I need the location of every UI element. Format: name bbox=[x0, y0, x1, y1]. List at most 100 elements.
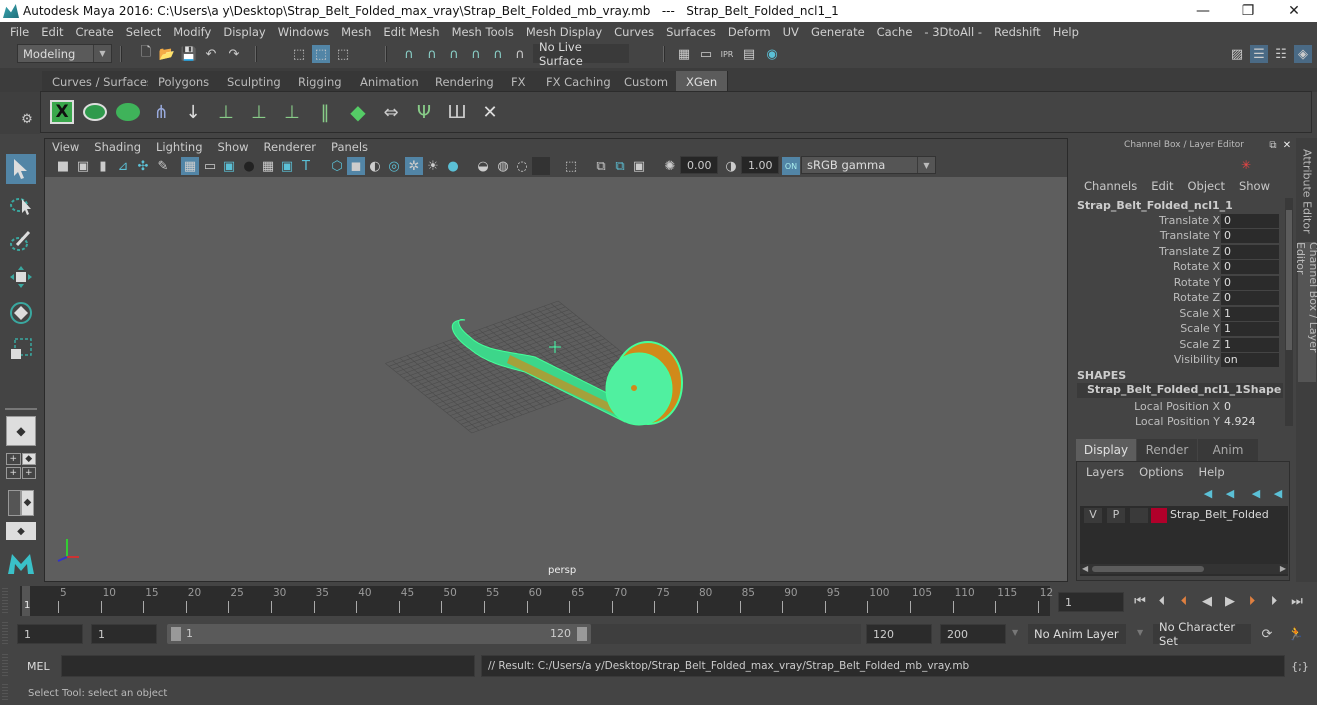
shelf-tab-sculpting[interactable]: Sculpting bbox=[217, 71, 292, 92]
menu-edit-mesh[interactable]: Edit Mesh bbox=[377, 25, 445, 39]
drag-grip[interactable] bbox=[2, 622, 8, 646]
menu-3dtoall[interactable]: - 3DtoAll - bbox=[918, 25, 988, 39]
safe-title-icon[interactable]: T bbox=[297, 157, 315, 175]
menu-mesh[interactable]: Mesh bbox=[335, 25, 377, 39]
four-view-layout-icon[interactable]: + ◆ + + bbox=[6, 452, 36, 480]
default-material-icon[interactable]: ◐ bbox=[366, 157, 384, 175]
menu-generate[interactable]: Generate bbox=[805, 25, 871, 39]
attribute-editor-toggle-icon[interactable]: ☰ bbox=[1250, 45, 1268, 63]
anim-layer-dropdown[interactable]: No Anim Layer bbox=[1028, 624, 1126, 644]
minimize-button[interactable]: — bbox=[1180, 0, 1226, 22]
create-patches-icon[interactable]: ◆ bbox=[344, 98, 372, 126]
command-input[interactable] bbox=[61, 655, 475, 677]
range-end-handle[interactable] bbox=[577, 627, 587, 641]
place-guides-icon[interactable]: ↓ bbox=[179, 98, 207, 126]
menu-modify[interactable]: Modify bbox=[167, 25, 217, 39]
xray-icon[interactable]: ⧉ bbox=[592, 157, 610, 175]
viewport-menu-renderer[interactable]: Renderer bbox=[264, 140, 317, 154]
make-live-icon[interactable]: ∩ bbox=[489, 45, 507, 63]
isolate-select-icon[interactable]: ⬚ bbox=[562, 157, 580, 175]
xray-joints-icon[interactable]: ⧉ bbox=[611, 157, 629, 175]
channel-row[interactable]: Visibility on bbox=[1073, 353, 1283, 368]
menu-mesh-tools[interactable]: Mesh Tools bbox=[446, 25, 520, 39]
save-scene-icon[interactable]: 💾 bbox=[180, 45, 198, 63]
step-back-key-button[interactable]: ⏴ bbox=[1174, 591, 1194, 611]
lock-guide-icon[interactable]: ⊥ bbox=[278, 98, 306, 126]
menu-set-dropdown[interactable]: Modeling ▼ bbox=[17, 44, 112, 63]
grid-icon[interactable]: ▦ bbox=[181, 157, 199, 175]
two-pane-layout-icon[interactable]: ◆ bbox=[6, 488, 36, 518]
xgen-editor-icon[interactable]: X bbox=[48, 98, 76, 126]
sculpt-guide-icon[interactable]: ⊥ bbox=[245, 98, 273, 126]
new-scene-icon[interactable]: 🗋 bbox=[137, 45, 155, 63]
render-current-frame-icon[interactable]: ▭ bbox=[697, 45, 715, 63]
shelf-tab-fx[interactable]: FX bbox=[501, 71, 537, 92]
chevron-down-icon[interactable]: ▼ bbox=[1012, 628, 1018, 637]
menu-redshift[interactable]: Redshift bbox=[988, 25, 1047, 39]
layer-tab-display[interactable]: Display bbox=[1076, 439, 1136, 461]
menu-create[interactable]: Create bbox=[70, 25, 120, 39]
field-chart-icon[interactable]: ▦ bbox=[259, 157, 277, 175]
shelf-tab-fx-caching[interactable]: FX Caching bbox=[536, 71, 622, 92]
ipr-render-icon[interactable]: IPR bbox=[718, 45, 736, 63]
modeling-toolkit-icon[interactable]: ▨ bbox=[1228, 45, 1246, 63]
xray-components-icon[interactable]: ▣ bbox=[630, 157, 648, 175]
range-slider[interactable]: 1 120 bbox=[167, 624, 591, 644]
drag-grip[interactable] bbox=[2, 588, 8, 614]
close-panel-icon[interactable]: ✕ bbox=[1281, 139, 1293, 151]
resolution-gate-icon[interactable]: ▣ bbox=[220, 157, 238, 175]
viewport-menu-panels[interactable]: Panels bbox=[331, 140, 368, 154]
screen-space-ao-icon[interactable]: ◒ bbox=[474, 157, 492, 175]
bookmarks-icon[interactable]: ▮ bbox=[94, 157, 112, 175]
playback-end-field[interactable]: 120 bbox=[866, 624, 932, 644]
new-layer-selected-icon[interactable]: ◀ bbox=[1269, 484, 1287, 502]
close-button[interactable]: ✕ bbox=[1271, 0, 1317, 22]
select-camera-icon[interactable]: ■ bbox=[54, 157, 72, 175]
menu-select[interactable]: Select bbox=[120, 25, 167, 39]
snap-to-surface-icon[interactable]: ∩ bbox=[511, 45, 529, 63]
options-menu[interactable]: Options bbox=[1139, 465, 1183, 479]
safe-action-icon[interactable]: ▣ bbox=[278, 157, 296, 175]
textured-icon[interactable]: ✲ bbox=[405, 157, 423, 175]
anti-aliasing-icon[interactable]: ◌ bbox=[513, 157, 531, 175]
menu-windows[interactable]: Windows bbox=[272, 25, 335, 39]
tool-settings-toggle-icon[interactable]: ☷ bbox=[1272, 45, 1290, 63]
image-plane-icon[interactable]: ⊿ bbox=[114, 157, 132, 175]
guides-to-curves-icon[interactable]: ‖ bbox=[311, 98, 339, 126]
current-frame-field[interactable]: 1 bbox=[1058, 592, 1124, 612]
layer-horizontal-scrollbar[interactable]: ◀ ▶ bbox=[1080, 564, 1288, 574]
render-settings-icon[interactable]: ▤ bbox=[740, 45, 758, 63]
scrollbar-thumb[interactable] bbox=[1092, 566, 1204, 572]
auto-key-icon[interactable]: ⟳ bbox=[1258, 625, 1276, 643]
layers-menu[interactable]: Layers bbox=[1086, 465, 1124, 479]
add-primitives-icon[interactable]: ⋔ bbox=[147, 98, 175, 126]
perspective-viewport[interactable]: persp bbox=[45, 177, 1067, 581]
menu-edit[interactable]: Edit bbox=[35, 25, 69, 39]
new-empty-layer-icon[interactable]: ◀ bbox=[1247, 484, 1265, 502]
channel-row[interactable]: Translate X0 bbox=[1073, 214, 1283, 229]
play-forwards-button[interactable]: ▶ bbox=[1220, 591, 1240, 611]
wireframe-icon[interactable]: ⬡ bbox=[328, 157, 346, 175]
shelf-tab-rendering[interactable]: Rendering bbox=[425, 71, 505, 92]
gamma-icon[interactable]: ◑ bbox=[722, 157, 740, 175]
snap-to-curve-icon[interactable]: ∩ bbox=[423, 45, 441, 63]
script-language-toggle[interactable]: MEL bbox=[27, 660, 50, 673]
channel-row[interactable]: Rotate Z0 bbox=[1073, 291, 1283, 306]
channel-row[interactable]: Translate Y0 bbox=[1073, 229, 1283, 244]
wireframe-on-shaded-icon[interactable]: ◎ bbox=[385, 157, 403, 175]
animation-end-field[interactable]: 200 bbox=[940, 624, 1006, 644]
playback-start-field[interactable]: 1 bbox=[91, 624, 157, 644]
maximize-button[interactable]: ❐ bbox=[1225, 0, 1271, 22]
scroll-left-icon[interactable]: ◀ bbox=[1082, 564, 1088, 573]
undo-icon[interactable]: ↶ bbox=[202, 45, 220, 63]
delete-guides-icon[interactable]: ✕ bbox=[476, 98, 504, 126]
exposure-icon[interactable]: ✺ bbox=[661, 157, 679, 175]
object-menu[interactable]: Object bbox=[1188, 179, 1225, 193]
channel-box-toggle-icon[interactable]: ◈ bbox=[1294, 45, 1312, 63]
exposure-field[interactable]: 0.00 bbox=[680, 156, 718, 174]
move-layer-up-icon[interactable]: ◀ bbox=[1199, 484, 1217, 502]
layer-tab-anim[interactable]: Anim bbox=[1198, 439, 1258, 461]
step-forward-key-button[interactable]: ⏵ bbox=[1242, 591, 1262, 611]
channel-row[interactable]: Translate Z0 bbox=[1073, 245, 1283, 260]
snap-to-grid-icon[interactable]: ∩ bbox=[400, 45, 418, 63]
